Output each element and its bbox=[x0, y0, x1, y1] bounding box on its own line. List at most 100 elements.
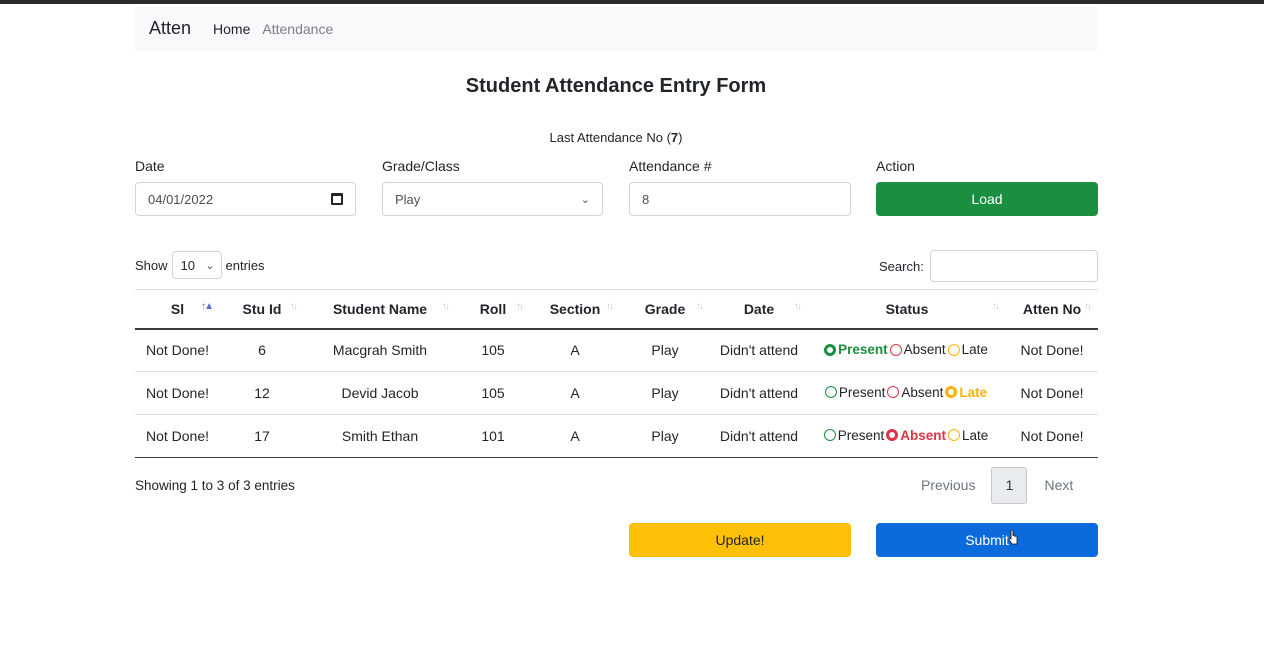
search-input[interactable] bbox=[929, 250, 1098, 282]
cell-atten-no: Not Done! bbox=[1006, 328, 1098, 372]
chevron-down-icon: ⌄ bbox=[205, 259, 215, 272]
column-header-roll[interactable]: Roll ↑↓ bbox=[456, 289, 530, 330]
cell-date: Didn't attend bbox=[710, 328, 808, 372]
cell-date: Didn't attend bbox=[710, 371, 808, 415]
table-row: Not Done! 12 Devid Jacob 105 A Play Didn… bbox=[135, 371, 1098, 415]
action-label: Action bbox=[876, 158, 915, 174]
column-header-sl[interactable]: Sl ↑▲ bbox=[135, 289, 220, 330]
radio-late[interactable] bbox=[947, 343, 960, 356]
radio-present[interactable] bbox=[824, 386, 837, 399]
cell-roll: 105 bbox=[456, 328, 530, 372]
radio-present[interactable] bbox=[824, 343, 837, 356]
calendar-icon[interactable] bbox=[331, 193, 343, 205]
cell-date: Didn't attend bbox=[710, 414, 808, 458]
column-header-student-name[interactable]: Student Name ↑↓ bbox=[304, 289, 456, 330]
update-button[interactable]: Update! bbox=[629, 523, 851, 557]
cell-atten-no: Not Done! bbox=[1006, 371, 1098, 415]
sort-icon: ↑↓ bbox=[442, 301, 450, 312]
attendance-number-input[interactable]: 8 bbox=[629, 182, 851, 216]
last-attendance-suffix: ) bbox=[678, 130, 683, 145]
cell-roll: 105 bbox=[456, 371, 530, 415]
cell-stu-id: 17 bbox=[220, 414, 304, 458]
radio-absent[interactable] bbox=[886, 429, 899, 442]
radio-present-label[interactable]: Present bbox=[838, 342, 888, 357]
sort-icon: ↑↓ bbox=[290, 301, 298, 312]
radio-present-label[interactable]: Present bbox=[838, 428, 885, 443]
radio-absent-label[interactable]: Absent bbox=[901, 385, 943, 400]
nav-link-home[interactable]: Home bbox=[213, 21, 250, 37]
page-title: Student Attendance Entry Form bbox=[465, 75, 767, 97]
sort-asc-icon: ↑▲ bbox=[201, 301, 214, 312]
column-header-stu-id[interactable]: Stu Id ↑↓ bbox=[220, 289, 304, 330]
column-header-label: Grade bbox=[644, 300, 686, 317]
cell-section: A bbox=[530, 371, 620, 415]
column-header-label: Atten No bbox=[1022, 300, 1082, 317]
cell-status: Present Absent Late bbox=[808, 371, 1006, 415]
date-label: Date bbox=[135, 158, 165, 174]
column-header-label: Sl bbox=[170, 300, 185, 317]
pagination: Previous 1 Next bbox=[921, 466, 1073, 504]
radio-absent[interactable] bbox=[887, 386, 900, 399]
column-header-label: Date bbox=[743, 300, 775, 317]
cell-student-name: Smith Ethan bbox=[304, 414, 456, 458]
radio-late-label[interactable]: Late bbox=[962, 428, 988, 443]
entries-label: entries bbox=[225, 257, 265, 273]
cell-section: A bbox=[530, 328, 620, 372]
cell-stu-id: 12 bbox=[220, 371, 304, 415]
attendance-number-value: 8 bbox=[642, 191, 650, 207]
pagination-page-1[interactable]: 1 bbox=[991, 466, 1028, 504]
cell-status: Present Absent Late bbox=[808, 328, 1006, 372]
entries-select-value: 10 bbox=[180, 257, 195, 273]
status-radio-group: Present Absent Late bbox=[824, 385, 989, 400]
column-header-date[interactable]: Date ↑↓ bbox=[710, 289, 808, 330]
chevron-down-icon: ⌄ bbox=[580, 193, 590, 206]
radio-late-label[interactable]: Late bbox=[959, 385, 987, 400]
status-radio-group: Present Absent Late bbox=[823, 428, 991, 443]
radio-absent-label[interactable]: Absent bbox=[904, 342, 946, 357]
cell-student-name: Macgrah Smith bbox=[304, 328, 456, 372]
column-header-label: Student Name bbox=[332, 300, 428, 317]
table-info: Showing 1 to 3 of 3 entries bbox=[135, 478, 295, 493]
grade-class-select[interactable]: Play ⌄ bbox=[382, 182, 603, 216]
table-row: Not Done! 6 Macgrah Smith 105 A Play Did… bbox=[135, 328, 1098, 372]
entries-length-control: Show 10 ⌄ entries bbox=[135, 250, 265, 280]
navbar-brand[interactable]: Atten bbox=[149, 18, 191, 39]
column-header-grade[interactable]: Grade ↑↓ bbox=[620, 289, 710, 330]
cell-atten-no: Not Done! bbox=[1006, 414, 1098, 458]
grade-class-label: Grade/Class bbox=[382, 158, 460, 174]
cell-sl: Not Done! bbox=[135, 414, 220, 458]
pagination-previous[interactable]: Previous bbox=[921, 477, 975, 493]
radio-late[interactable] bbox=[948, 429, 960, 442]
column-header-status[interactable]: Status ↑↓ bbox=[808, 289, 1006, 330]
cell-student-name: Devid Jacob bbox=[304, 371, 456, 415]
radio-present[interactable] bbox=[823, 429, 836, 442]
cell-grade: Play bbox=[620, 328, 710, 372]
sort-icon: ↑↓ bbox=[992, 301, 1000, 312]
table-header-row: Sl ↑▲ Stu Id ↑↓ Student Name ↑↓ Roll ↑↓ Sect… bbox=[135, 289, 1098, 330]
last-attendance-no: Last Attendance No (7) bbox=[0, 130, 1232, 145]
radio-absent[interactable] bbox=[889, 343, 902, 356]
pagination-next[interactable]: Next bbox=[1044, 477, 1073, 493]
navbar: Atten Home Attendance bbox=[135, 6, 1098, 51]
radio-late-label[interactable]: Late bbox=[962, 342, 988, 357]
load-button[interactable]: Load bbox=[876, 182, 1098, 216]
column-header-atten-no[interactable]: Atten No ↑↓ bbox=[1006, 289, 1098, 330]
radio-late[interactable] bbox=[945, 386, 958, 399]
sort-icon: ↑↓ bbox=[696, 301, 704, 312]
status-radio-group: Present Absent Late bbox=[824, 342, 990, 357]
sort-icon: ↑↓ bbox=[1084, 301, 1092, 312]
show-label: Show bbox=[135, 257, 168, 273]
radio-present-label[interactable]: Present bbox=[839, 385, 886, 400]
date-input[interactable]: 04/01/2022 bbox=[135, 182, 356, 216]
column-header-label: Section bbox=[549, 300, 601, 317]
date-input-value: 04/01/2022 bbox=[148, 191, 214, 207]
radio-absent-label[interactable]: Absent bbox=[900, 428, 946, 443]
column-header-section[interactable]: Section ↑↓ bbox=[530, 289, 620, 330]
sort-icon: ↑↓ bbox=[794, 301, 802, 312]
search-label: Search: bbox=[879, 258, 924, 274]
sort-icon: ↑↓ bbox=[606, 301, 614, 312]
entries-select[interactable]: 10 ⌄ bbox=[171, 251, 222, 279]
cell-section: A bbox=[530, 414, 620, 458]
nav-link-attendance[interactable]: Attendance bbox=[262, 21, 333, 37]
submit-button[interactable]: Submit bbox=[876, 523, 1098, 557]
